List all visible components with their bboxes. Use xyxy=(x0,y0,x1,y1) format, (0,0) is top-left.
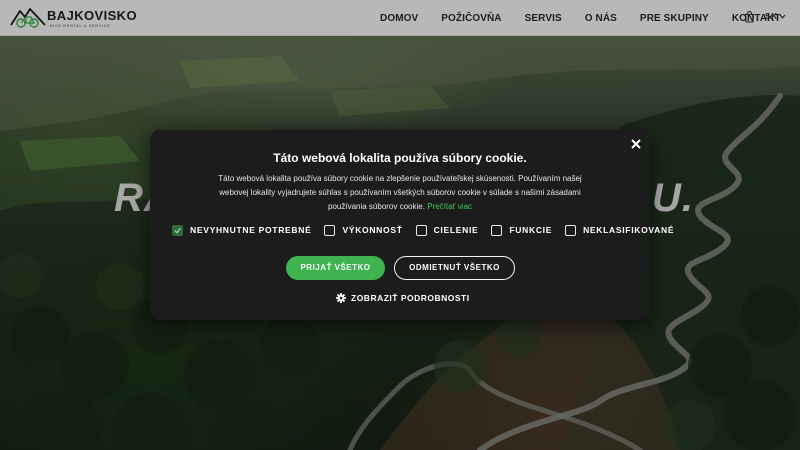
reject-all-button[interactable]: ODMIETNUŤ VŠETKO xyxy=(394,256,515,280)
checkbox-label: FUNKCIE xyxy=(509,225,553,235)
cookie-dialog-title: Táto webová lokalita používa súbory cook… xyxy=(273,151,527,165)
checkbox-box[interactable] xyxy=(565,224,577,236)
checkbox-box[interactable] xyxy=(491,224,503,236)
show-details-label: ZOBRAZIŤ PODROBNOSTI xyxy=(351,293,470,303)
checkbox-unclassified[interactable]: NEKLASIFIKOVANÉ xyxy=(565,224,675,236)
accept-all-button[interactable]: PRIJAŤ VŠETKO xyxy=(286,256,385,280)
checkbox-box[interactable] xyxy=(172,224,183,236)
checkbox-label: VÝKONNOSŤ xyxy=(342,225,403,235)
cookie-consent-dialog: Táto webová lokalita používa súbory cook… xyxy=(150,130,674,320)
checkbox-targeting[interactable]: CIELENIE xyxy=(415,224,479,236)
checkbox-box[interactable] xyxy=(415,224,427,236)
cookie-dialog-text: Táto webová lokalita používa súbory cook… xyxy=(216,172,584,214)
gear-icon xyxy=(336,293,346,303)
checkbox-label: CIELENIE xyxy=(433,225,479,235)
checkbox-box[interactable] xyxy=(324,224,336,236)
read-more-link[interactable]: Prečítať viac xyxy=(427,202,472,211)
close-icon[interactable] xyxy=(630,138,642,150)
checkmark-icon xyxy=(174,227,181,234)
cookie-dialog-body: Táto webová lokalita používa súbory cook… xyxy=(218,174,582,211)
checkbox-functionality[interactable]: FUNKCIE xyxy=(491,224,553,236)
show-details-button[interactable]: ZOBRAZIŤ PODROBNOSTI xyxy=(336,293,470,303)
checkbox-performance[interactable]: VÝKONNOSŤ xyxy=(324,224,403,236)
checkbox-label: NEVYHNUTNE POTREBNÉ xyxy=(190,225,312,235)
cookie-category-checkboxes: NEVYHNUTNE POTREBNÉ VÝKONNOSŤ CIELENIE F… xyxy=(172,223,674,237)
checkbox-label: NEKLASIFIKOVANÉ xyxy=(583,225,675,235)
checkbox-strictly-necessary[interactable]: NEVYHNUTNE POTREBNÉ xyxy=(172,224,312,236)
